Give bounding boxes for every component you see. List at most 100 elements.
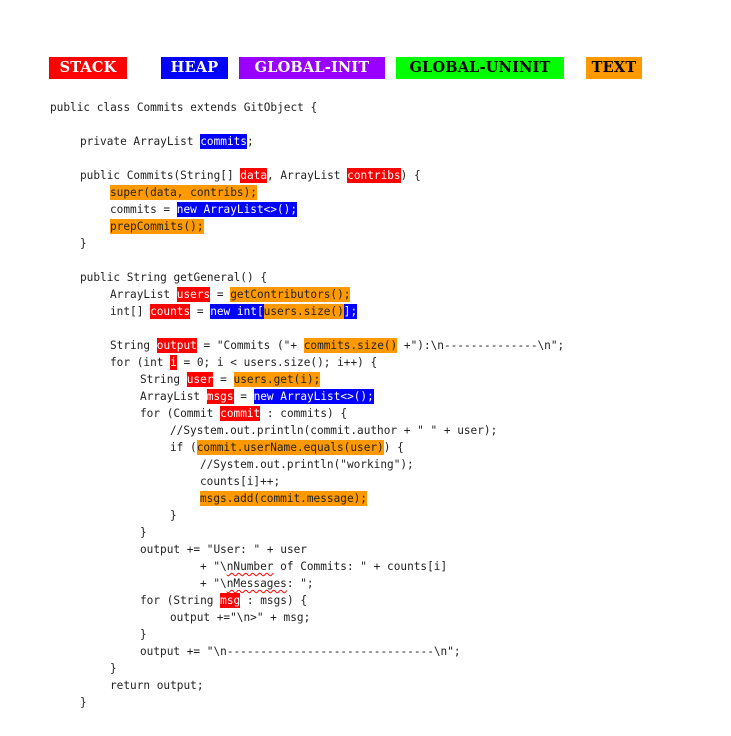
stack-highlight: msgs — [206, 389, 234, 404]
code-line: } — [50, 524, 564, 541]
code-text: for (int — [110, 356, 171, 369]
spelling-underline: nMessages — [226, 577, 287, 590]
stack-highlight: user — [186, 372, 214, 387]
code-listing: public class Commits extends GitObject {… — [50, 99, 564, 711]
code-text: output += "\n---------------------------… — [140, 645, 461, 658]
code-text: = — [233, 390, 254, 403]
code-line: + "\nNumber of Commits: " + counts[i] — [50, 558, 564, 575]
code-text: : "; — [286, 577, 314, 590]
heap-highlight: new ArrayList<>(); — [253, 389, 374, 404]
code-text: ; — [247, 135, 254, 148]
code-text: of Commits: " + counts[i] — [273, 560, 448, 573]
code-text: + "\ — [200, 577, 227, 590]
code-text: public Commits(String[] — [80, 169, 241, 182]
text-highlight: users.get(i); — [233, 372, 321, 387]
legend-stack: STACK — [49, 57, 127, 79]
code-line: if (commit.userName.equals(user)) { — [50, 439, 564, 456]
code-text: ArrayList — [140, 390, 207, 403]
code-text: counts[i]++; — [200, 475, 281, 488]
code-text: ) { — [400, 169, 421, 182]
code-text: output +="\n>" + msg; — [170, 611, 311, 624]
code-text: } — [140, 526, 147, 539]
code-text: , ArrayList — [267, 169, 348, 182]
code-text: = 0; i < users.size(); i++) { — [176, 356, 378, 369]
code-line: output +="\n>" + msg; — [50, 609, 564, 626]
code-line: //System.out.println("working"); — [50, 456, 564, 473]
code-text: = "Commits ("+ — [196, 339, 304, 352]
code-line: int[] counts = new int[users.size()]; — [50, 303, 564, 320]
legend-global-init: GLOBAL-INIT — [239, 57, 385, 79]
code-text: = — [213, 373, 234, 386]
code-text: +"):\n--------------\n"; — [397, 339, 565, 352]
code-text: for (String — [140, 594, 221, 607]
code-line: prepCommits(); — [50, 218, 564, 235]
code-text: for (Commit — [140, 407, 221, 420]
code-text: //System.out.println("working"); — [200, 458, 414, 471]
code-line: } — [50, 694, 564, 711]
code-line: ArrayList msgs = new ArrayList<>(); — [50, 388, 564, 405]
code-text: } — [140, 628, 147, 641]
code-text: int[] — [110, 305, 151, 318]
code-line: for (Commit commit : commits) { — [50, 405, 564, 422]
code-line: //System.out.println(commit.author + " "… — [50, 422, 564, 439]
code-line: private ArrayList commits; — [50, 133, 564, 150]
code-text: //System.out.println(commit.author + " "… — [170, 424, 498, 437]
heap-highlight: ]; — [343, 304, 358, 319]
spelling-underline: nNumber — [226, 560, 274, 573]
code-text: ) { — [383, 441, 404, 454]
code-line: counts[i]++; — [50, 473, 564, 490]
code-line: } — [50, 235, 564, 252]
heap-highlight: commits — [200, 134, 247, 149]
legend-text: TEXT — [586, 57, 642, 79]
code-line: msgs.add(commit.message); — [50, 490, 564, 507]
code-text: : msgs) { — [240, 594, 307, 607]
code-line: commits = new ArrayList<>(); — [50, 201, 564, 218]
text-highlight: prepCommits(); — [110, 219, 204, 234]
legend-heap: HEAP — [161, 57, 228, 79]
stack-highlight: counts — [150, 304, 191, 319]
code-line: + "\nMessages: "; — [50, 575, 564, 592]
stack-highlight: contribs — [347, 168, 401, 183]
code-text: : commits) { — [260, 407, 348, 420]
text-highlight: getContributors(); — [230, 287, 351, 302]
code-line: ArrayList users = getContributors(); — [50, 286, 564, 303]
code-line: output += "\n---------------------------… — [50, 643, 564, 660]
code-line: for (int i = 0; i < users.size(); i++) { — [50, 354, 564, 371]
code-line: String output = "Commits ("+ commits.siz… — [50, 337, 564, 354]
code-text: } — [170, 509, 177, 522]
stack-highlight: data — [240, 168, 268, 183]
text-highlight: users.size() — [263, 304, 344, 319]
code-text: commits = — [110, 203, 177, 216]
code-line: } — [50, 507, 564, 524]
stack-highlight: i — [170, 355, 177, 370]
text-highlight: msgs.add(commit.message); — [200, 491, 367, 506]
code-text: public class Commits extends GitObject { — [50, 101, 318, 114]
code-text: = — [190, 305, 211, 318]
code-text: if ( — [170, 441, 197, 454]
code-line: for (String msg : msgs) { — [50, 592, 564, 609]
code-text: String — [140, 373, 187, 386]
code-line: public String getGeneral() { — [50, 269, 564, 286]
code-line: public class Commits extends GitObject { — [50, 99, 564, 116]
text-highlight: super(data, contribs); — [110, 185, 257, 200]
code-line: public Commits(String[] data, ArrayList … — [50, 167, 564, 184]
legend-global-uninit: GLOBAL-UNINIT — [396, 57, 564, 79]
code-text: public String getGeneral() { — [80, 271, 268, 284]
text-highlight: commits.size() — [303, 338, 398, 353]
code-text: } — [80, 237, 87, 250]
code-text: String — [110, 339, 157, 352]
text-highlight: commit.userName.equals(user) — [196, 440, 384, 455]
code-text: = — [210, 288, 231, 301]
heap-highlight: new int[ — [210, 304, 264, 319]
code-line: } — [50, 626, 564, 643]
stack-highlight: commit — [220, 406, 261, 421]
code-text: + "\ — [200, 560, 227, 573]
code-line: output += "User: " + user — [50, 541, 564, 558]
code-text: } — [80, 696, 87, 709]
heap-highlight: new ArrayList<>(); — [176, 202, 298, 217]
code-text: output += "User: " + user — [140, 543, 307, 556]
code-line: return output; — [50, 677, 564, 694]
